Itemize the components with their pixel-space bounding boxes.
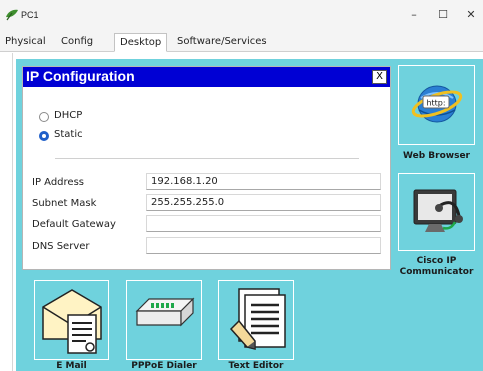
- maximize-button[interactable]: ☐: [432, 6, 454, 24]
- dialog-separator: [55, 158, 359, 159]
- tab-desktop[interactable]: Desktop: [114, 33, 168, 52]
- dialog-close-button[interactable]: X: [372, 70, 387, 84]
- pppoe-dialer-label: PPPoE Dialer: [131, 361, 197, 371]
- static-radio[interactable]: [39, 131, 49, 141]
- dns-server-input[interactable]: [146, 237, 381, 254]
- window-title: PC1: [21, 10, 39, 20]
- dialog-title: IP Configuration: [26, 68, 135, 84]
- email-label: E Mail: [56, 361, 87, 371]
- tab-physical[interactable]: Physical: [0, 33, 51, 52]
- subnet-mask-input[interactable]: [146, 194, 381, 211]
- pppoe-dialer-tile[interactable]: [126, 280, 202, 360]
- default-gateway-input[interactable]: [146, 215, 381, 232]
- cisco-ip-communicator-tile[interactable]: [398, 173, 475, 251]
- default-gateway-label: Default Gateway: [32, 219, 116, 230]
- ip-address-label: IP Address: [32, 177, 84, 188]
- ip-address-input[interactable]: [146, 173, 381, 190]
- ip-configuration-dialog: IP Configuration X DHCP Static IP Addres…: [22, 66, 391, 270]
- email-tile[interactable]: [34, 280, 109, 360]
- pc-app-icon: [6, 9, 18, 21]
- static-label: Static: [54, 129, 83, 140]
- close-window-button[interactable]: ✕: [460, 6, 482, 24]
- subnet-mask-label: Subnet Mask: [32, 198, 97, 209]
- text-editor-icon: [229, 288, 286, 350]
- dialog-titlebar: IP Configuration X: [23, 67, 390, 87]
- dhcp-radio[interactable]: [39, 112, 49, 122]
- email-icon: [42, 289, 102, 354]
- web-browser-tile[interactable]: http:: [398, 65, 475, 145]
- cisco-ip-communicator-icon: [413, 189, 463, 232]
- window-titlebar: PC1 – ☐ ✕: [0, 0, 483, 30]
- text-editor-tile[interactable]: [218, 280, 294, 360]
- pppoe-dialer-icon: [135, 297, 195, 327]
- text-editor-label: Text Editor: [228, 361, 284, 371]
- web-browser-icon: http:: [411, 85, 463, 123]
- tab-software-services[interactable]: Software/Services: [172, 33, 272, 52]
- web-browser-label: Web Browser: [403, 151, 470, 161]
- minimize-button[interactable]: –: [403, 6, 425, 24]
- dhcp-label: DHCP: [54, 110, 83, 121]
- tab-config[interactable]: Config: [56, 33, 98, 52]
- cisco-ip-communicator-label: Cisco IP Communicator: [399, 256, 474, 277]
- svg-text:http:: http:: [426, 99, 445, 108]
- dns-server-label: DNS Server: [32, 241, 90, 252]
- tab-bar: Physical Config Desktop Software/Service…: [0, 30, 483, 52]
